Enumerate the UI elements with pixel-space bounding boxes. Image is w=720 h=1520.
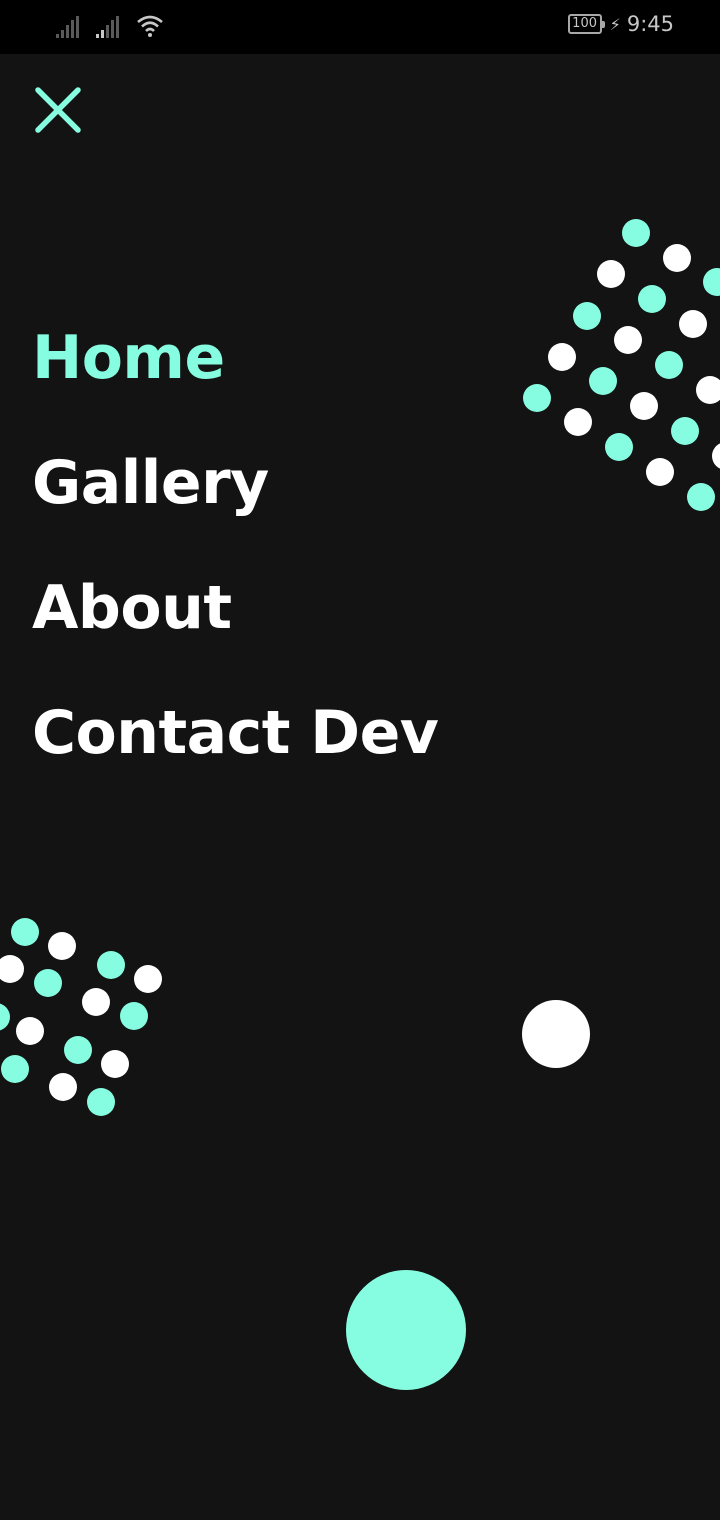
- dot-cluster-top-right: [523, 219, 720, 511]
- nav-item-contact-dev[interactable]: Contact Dev: [32, 693, 439, 818]
- nav-item-about[interactable]: About: [32, 568, 438, 693]
- wifi-icon: [137, 15, 163, 37]
- battery-icon: 100: [567, 14, 605, 34]
- nav-item-gallery[interactable]: Gallery: [32, 443, 438, 568]
- dot-cluster-bottom-left: [0, 918, 162, 1116]
- battery-level: 100: [572, 16, 597, 31]
- nav-menu: Home Gallery About Contact Dev: [32, 318, 439, 818]
- close-icon: [35, 87, 81, 133]
- status-icons-right: 100 ⚡ 9:45: [567, 12, 674, 36]
- signal-icon: [96, 16, 119, 38]
- nav-item-home[interactable]: Home: [32, 318, 438, 443]
- close-button[interactable]: [32, 84, 84, 136]
- status-icons-left: [56, 14, 164, 38]
- status-time: 9:45: [626, 12, 674, 36]
- decorative-circle-accent: [346, 1270, 466, 1390]
- status-bar: 100 ⚡ 9:45: [0, 0, 720, 54]
- signal-icon: [56, 16, 79, 38]
- charging-icon: ⚡: [609, 14, 621, 34]
- decorative-circle-white: [522, 1000, 590, 1068]
